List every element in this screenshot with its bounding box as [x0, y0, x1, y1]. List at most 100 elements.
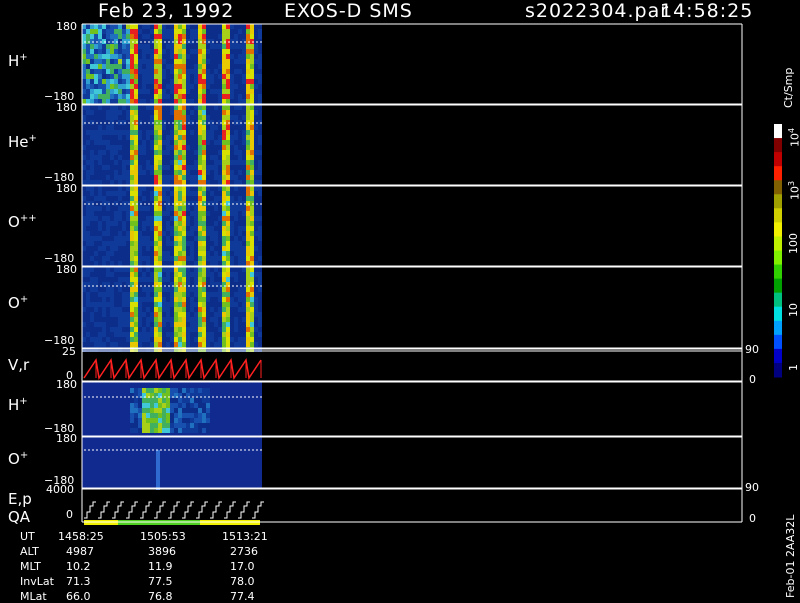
heatmap-cell [114, 94, 118, 99]
heatmap-cell [242, 44, 246, 49]
heatmap-cell [222, 84, 226, 89]
heatmap-cell [122, 297, 126, 302]
heatmap-cell [158, 261, 162, 266]
heatmap-cell [98, 155, 102, 160]
heatmap-cell [118, 322, 122, 327]
heatmap-cell [86, 44, 90, 49]
heatmap-cell [130, 180, 134, 185]
heatmap-cell [198, 115, 202, 120]
heatmap-cell [210, 69, 214, 74]
heatmap-cell [178, 64, 182, 69]
heatmap-cell [126, 322, 130, 327]
heatmap-cell [82, 332, 86, 337]
heatmap-cell [150, 94, 154, 99]
heatmap-cell [118, 79, 122, 84]
heatmap-cell [114, 206, 118, 211]
heatmap-cell [182, 99, 186, 104]
heatmap-cell [202, 226, 206, 231]
heatmap-cell [146, 29, 150, 34]
heatmap-cell [110, 24, 114, 29]
heatmap-cell [166, 84, 170, 89]
heatmap-cell [146, 423, 150, 428]
heatmap-cell [154, 317, 158, 322]
heatmap-cell [174, 155, 178, 160]
heatmap-cell [126, 191, 130, 196]
heatmap-cell [150, 191, 154, 196]
heatmap-cell [238, 302, 242, 307]
heatmap-cell [110, 206, 114, 211]
heatmap-cell [250, 261, 254, 266]
heatmap-cell [138, 398, 142, 403]
heatmap-cell [250, 186, 254, 191]
heatmap-cell [106, 125, 110, 130]
heatmap-cell [242, 302, 246, 307]
heatmap-cell [210, 231, 214, 236]
heatmap-cell [178, 110, 182, 115]
tick-label: 180 [56, 182, 77, 195]
heatmap-cell [246, 79, 250, 84]
heatmap-cell [190, 125, 194, 130]
heatmap-cell [234, 44, 238, 49]
heatmap-cell [178, 428, 182, 433]
heatmap-cell [250, 24, 254, 29]
heatmap-cell [86, 267, 90, 272]
heatmap-cell [182, 241, 186, 246]
heatmap-cell [178, 403, 182, 408]
heatmap-cell [194, 99, 198, 104]
heatmap-cell [154, 428, 158, 433]
heatmap-cell [94, 246, 98, 251]
heatmap-cell [146, 135, 150, 140]
heatmap-cell [98, 69, 102, 74]
heatmap-cell [134, 79, 138, 84]
heatmap-cell [118, 236, 122, 241]
heatmap-cell [254, 277, 258, 282]
heatmap-cell [118, 226, 122, 231]
heatmap-cell [110, 34, 114, 39]
heatmap-cell [214, 130, 218, 135]
heatmap-cell [130, 403, 134, 408]
heatmap-cell [110, 175, 114, 180]
heatmap-cell [114, 145, 118, 150]
heatmap-cell [238, 160, 242, 165]
heatmap-cell [154, 408, 158, 413]
heatmap-cell [82, 191, 86, 196]
ephemeris-value: 1513:21 [222, 530, 268, 543]
heatmap-cell [122, 342, 126, 347]
heatmap-cell [230, 170, 234, 175]
heatmap-cell [102, 246, 106, 251]
heatmap-cell [150, 99, 154, 104]
heatmap-cell [226, 105, 230, 110]
heatmap-cell [122, 216, 126, 221]
heatmap-cell [82, 29, 86, 34]
heatmap-cell [130, 292, 134, 297]
heatmap-cell [102, 180, 106, 185]
heatmap-cell [190, 342, 194, 347]
heatmap-cell [242, 160, 246, 165]
heatmap-cell [186, 150, 190, 155]
heatmap-cell [222, 140, 226, 145]
heatmap-cell [194, 115, 198, 120]
heatmap-cell [162, 423, 166, 428]
heatmap-cell [190, 64, 194, 69]
heatmap-cell [222, 211, 226, 216]
heatmap-cell [110, 292, 114, 297]
heatmap-cell [106, 267, 110, 272]
heatmap-cell [242, 317, 246, 322]
heatmap-cell [174, 24, 178, 29]
heatmap-cell [158, 272, 162, 277]
heatmap-cell [150, 226, 154, 231]
heatmap-cell [218, 170, 222, 175]
heatmap-cell [122, 226, 126, 231]
heatmap-cell [138, 267, 142, 272]
heatmap-cell [182, 312, 186, 317]
heatmap-cell [98, 115, 102, 120]
heatmap-cell [170, 54, 174, 59]
heatmap-cell [138, 287, 142, 292]
colorbar-tick: 1 [787, 364, 800, 371]
heatmap-cell [150, 49, 154, 54]
heatmap-cell [178, 272, 182, 277]
heatmap-cell [226, 140, 230, 145]
heatmap-cell [154, 105, 158, 110]
heatmap-cell [118, 74, 122, 79]
heatmap-cell [206, 99, 210, 104]
